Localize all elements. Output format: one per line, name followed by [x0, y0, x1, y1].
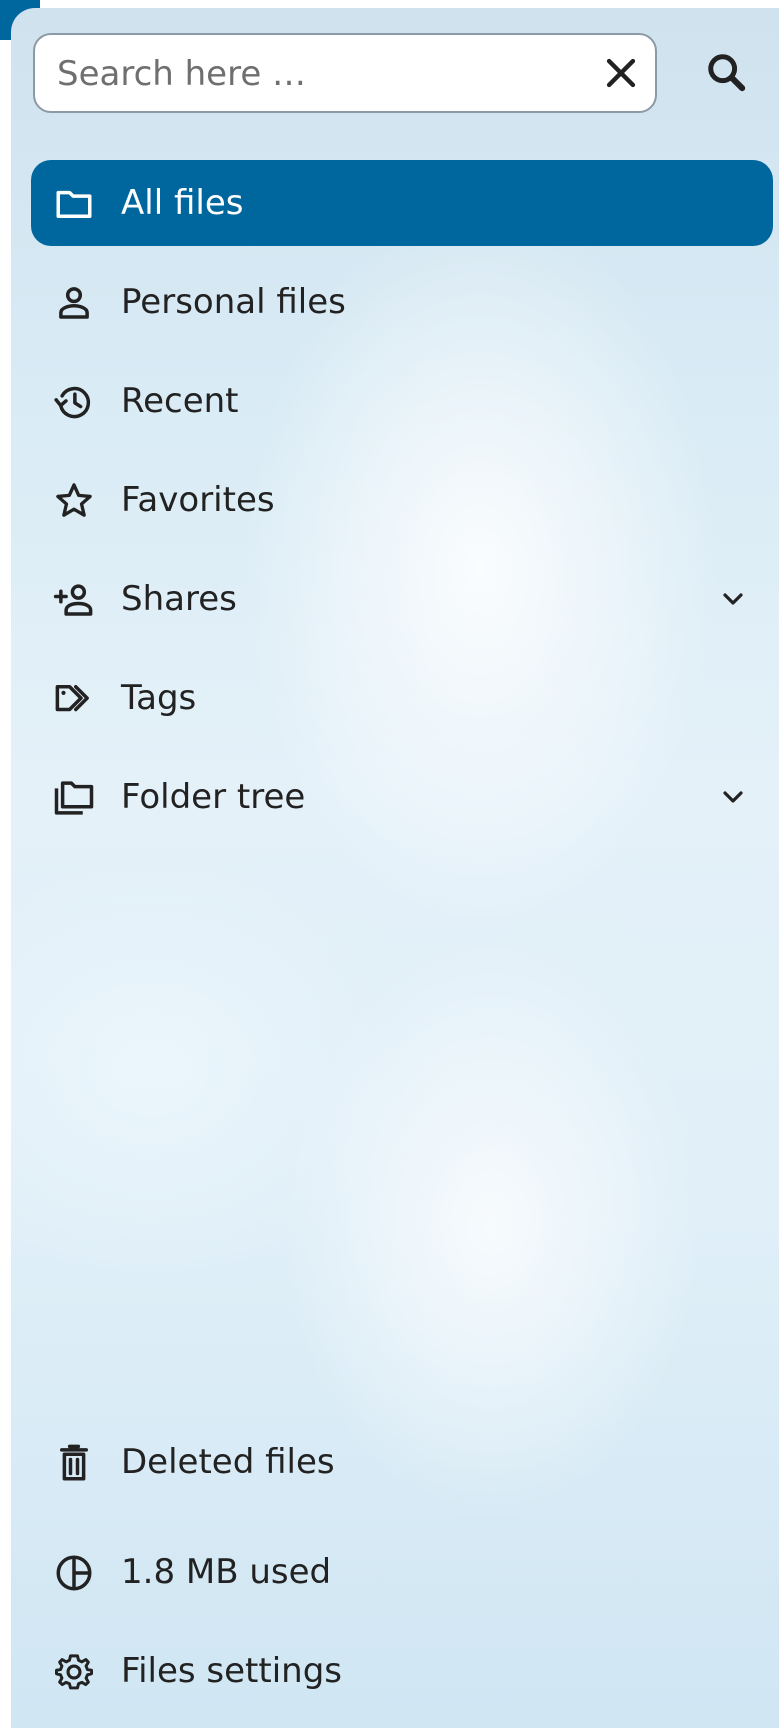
- clear-search-button[interactable]: [599, 51, 643, 95]
- gear-icon: [53, 1651, 95, 1693]
- chevron-down-icon: [723, 593, 743, 605]
- nav-item-folder-tree[interactable]: Folder tree: [31, 754, 773, 840]
- chevron-down-icon: [723, 791, 743, 803]
- expand-shares-button[interactable]: [717, 583, 749, 615]
- search-box: [33, 33, 657, 113]
- files-navigation-sidebar: All files Personal files Recent: [11, 8, 779, 1728]
- expand-folder-tree-button[interactable]: [717, 781, 749, 813]
- nav-item-label: All files: [121, 183, 244, 223]
- share-user-icon: [53, 579, 95, 621]
- search-row: [33, 33, 763, 115]
- tag-icon: [53, 678, 95, 720]
- trash-icon: [53, 1442, 95, 1484]
- folder-multiple-icon: [53, 777, 95, 819]
- nav-item-shares[interactable]: Shares: [31, 556, 773, 642]
- folder-icon: [53, 183, 95, 225]
- nav-item-recent[interactable]: Recent: [31, 358, 773, 444]
- nav-item-personal-files[interactable]: Personal files: [31, 259, 773, 345]
- history-icon: [53, 381, 95, 423]
- nav-item-tags[interactable]: Tags: [31, 655, 773, 741]
- search-icon: [708, 54, 746, 92]
- star-icon: [53, 480, 95, 522]
- files-app-window: All files Personal files Recent: [0, 0, 779, 1728]
- nav-item-all-files[interactable]: All files: [31, 160, 773, 246]
- search-button[interactable]: [701, 47, 753, 99]
- user-icon: [53, 282, 95, 324]
- nav-item-files-settings[interactable]: Files settings: [31, 1628, 773, 1714]
- storage-quota[interactable]: 1.8 MB used: [31, 1529, 773, 1615]
- nav-item-label: Recent: [121, 381, 239, 421]
- nav-item-deleted-files[interactable]: Deleted files: [31, 1419, 773, 1505]
- close-icon: [606, 58, 636, 88]
- nav-item-favorites[interactable]: Favorites: [31, 457, 773, 543]
- nav-item-label: Shares: [121, 579, 237, 619]
- nav-item-label: Files settings: [121, 1651, 342, 1691]
- storage-used-label: 1.8 MB used: [121, 1552, 332, 1592]
- nav-item-label: Favorites: [121, 480, 275, 520]
- nav-item-label: Personal files: [121, 282, 346, 322]
- nav-item-label: Tags: [121, 678, 197, 718]
- search-input[interactable]: [55, 35, 569, 113]
- nav-item-label: Deleted files: [121, 1442, 335, 1482]
- nav-item-label: Folder tree: [121, 777, 306, 817]
- chart-pie-icon: [53, 1552, 95, 1594]
